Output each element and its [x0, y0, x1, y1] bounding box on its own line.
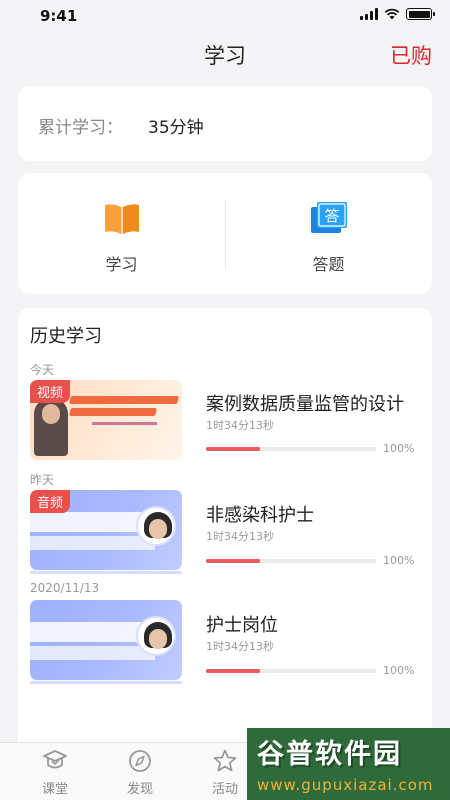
history-date-label: 昨天 — [30, 473, 55, 487]
progress-fill — [206, 669, 261, 673]
status-time: 9:41 — [40, 7, 78, 25]
quiz-icon: 答 — [311, 202, 347, 233]
course-thumbnail[interactable]: 音频 — [30, 490, 182, 570]
signal-icon — [360, 8, 378, 20]
thumbnail-shadow — [30, 571, 182, 574]
video-badge: 视频 — [30, 380, 71, 403]
tab-classroom-label: 课堂 — [41, 782, 68, 797]
quiz-entry-button[interactable]: 答 答题 — [225, 173, 432, 294]
progress-fill — [206, 447, 261, 451]
classroom-icon — [43, 750, 67, 769]
thumbnail-art — [69, 396, 179, 425]
history-date-label: 今天 — [30, 363, 55, 377]
history-date-label: 2020/11/13 — [30, 581, 100, 595]
speaker-avatar — [136, 506, 176, 546]
progress-bar — [206, 447, 376, 451]
tab-classroom[interactable]: 课堂 — [10, 743, 100, 800]
thumbnail-art — [30, 646, 155, 660]
study-total-value: 35分钟 — [148, 118, 204, 138]
course-title[interactable]: 案例数据质量监管的设计 — [206, 390, 404, 416]
course-title[interactable]: 护士岗位 — [206, 611, 278, 637]
course-thumbnail[interactable] — [30, 600, 182, 680]
thumbnail-art — [30, 536, 155, 550]
course-title[interactable]: 非感染科护士 — [206, 501, 314, 527]
header: 学习 已购 — [0, 32, 450, 76]
study-entry-button[interactable]: 学习 — [18, 173, 225, 294]
course-duration: 1时34分13秒 — [206, 419, 274, 432]
battery-icon — [406, 8, 435, 20]
compass-icon — [129, 750, 151, 772]
audio-badge: 音频 — [30, 490, 71, 513]
history-card: 历史学习 今天 视频 案例数据质量监管的设计 1时34分13秒 100% 昨天 … — [18, 308, 432, 768]
watermark-logo: 谷普软件园 — [257, 739, 402, 770]
course-duration: 1时34分13秒 — [206, 640, 274, 653]
quiz-entry-label: 答题 — [312, 255, 345, 274]
study-entry-label: 学习 — [105, 255, 138, 274]
study-summary-card: 累计学习： 35分钟 — [18, 86, 432, 161]
tab-discover-label: 发现 — [126, 782, 153, 797]
progress-fill — [206, 559, 261, 563]
book-icon — [105, 204, 139, 234]
progress-bar — [206, 559, 376, 563]
star-icon — [213, 749, 237, 772]
progress-percent: 100% — [383, 554, 415, 567]
progress-percent: 100% — [383, 664, 415, 677]
progress-bar — [206, 669, 376, 673]
course-duration: 1时34分13秒 — [206, 530, 274, 543]
status-bar: 9:41 — [0, 0, 450, 32]
speaker-avatar — [136, 616, 176, 656]
wifi-icon — [384, 8, 400, 20]
page-title: 学习 — [204, 44, 246, 68]
thumbnail-shadow — [30, 681, 182, 684]
progress-percent: 100% — [383, 442, 415, 455]
site-watermark: 谷普软件园 www.gupuxiazai.com — [247, 728, 450, 800]
watermark-url: www.gupuxiazai.com — [257, 776, 434, 794]
study-total-label: 累计学习： — [38, 118, 123, 138]
course-thumbnail[interactable]: 视频 — [30, 380, 182, 460]
entry-card: 学习 答 答题 — [18, 173, 432, 294]
svg-text:答: 答 — [324, 207, 339, 225]
purchased-button[interactable]: 已购 — [390, 40, 432, 70]
tab-discover[interactable]: 发现 — [95, 743, 185, 800]
status-icons — [360, 8, 435, 20]
speaker-photo — [34, 398, 68, 456]
history-title: 历史学习 — [30, 326, 102, 347]
